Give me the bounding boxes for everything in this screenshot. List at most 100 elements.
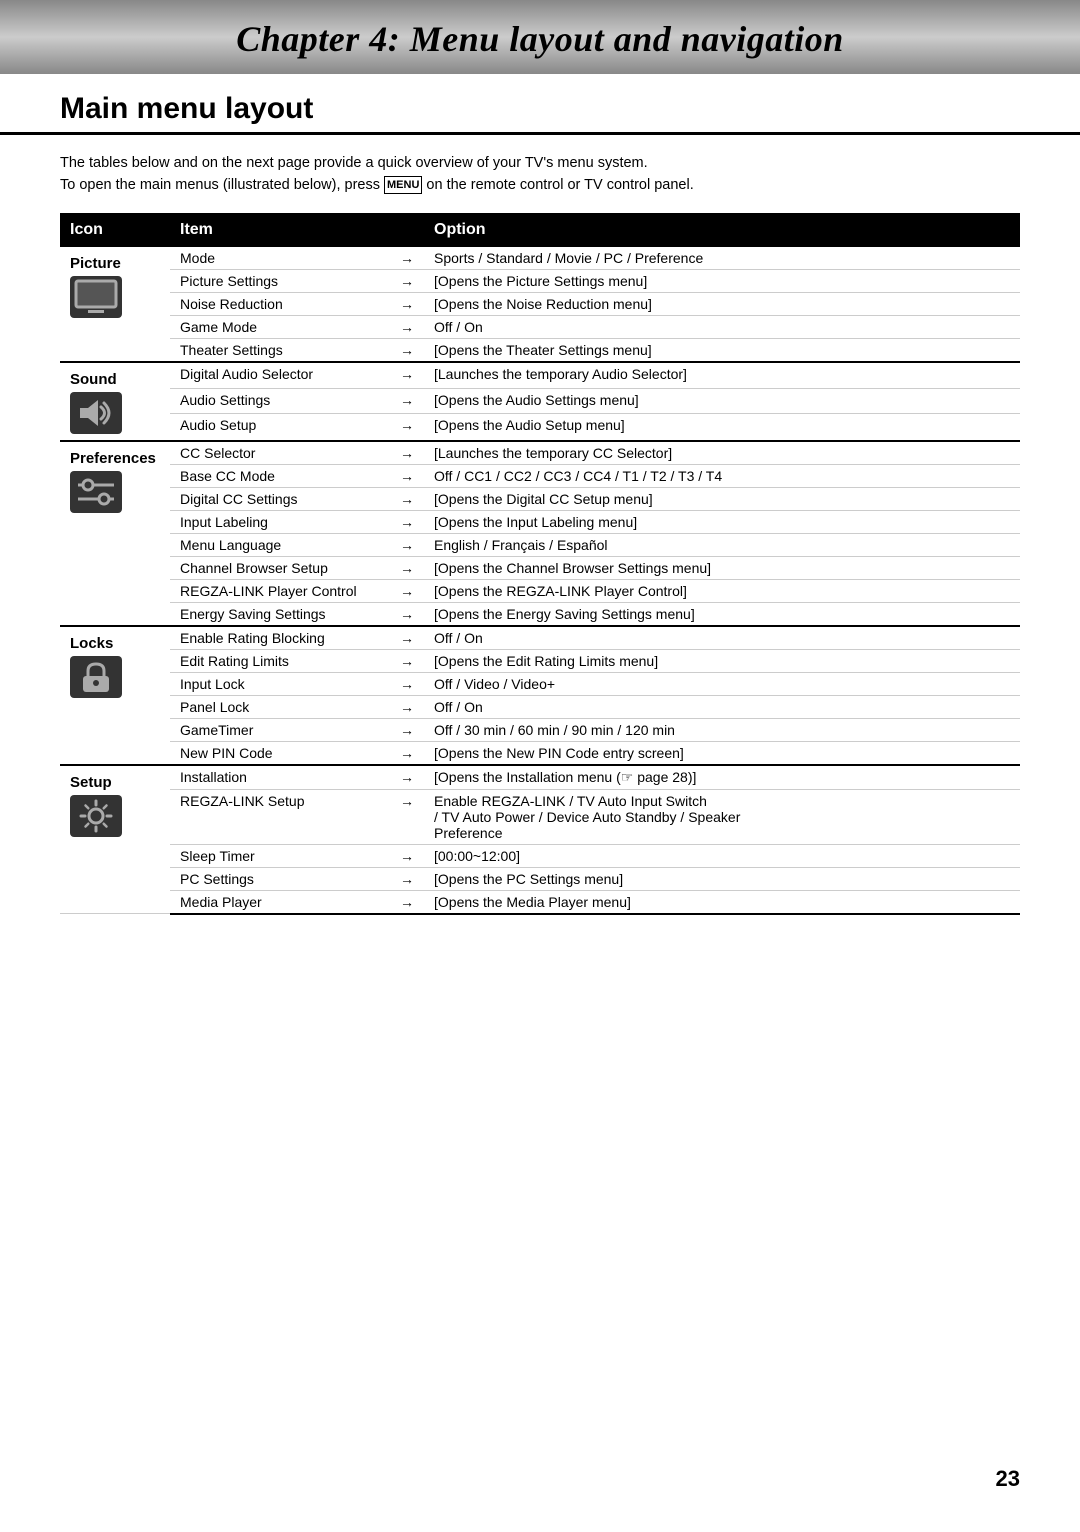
arrow-cell: → (390, 556, 424, 579)
item-cell: Audio Settings (170, 388, 390, 414)
item-cell: Installation (170, 765, 390, 790)
option-cell: [Opens the Media Player menu] (424, 890, 1020, 914)
table-header-row: Icon Item Option (60, 214, 1020, 246)
intro-text: The tables below and on the next page pr… (0, 135, 1080, 213)
option-cell: [Opens the Energy Saving Settings menu] (424, 602, 1020, 626)
item-cell: Picture Settings (170, 269, 390, 292)
icon-cell-preferences: Preferences (60, 441, 170, 626)
chapter-header: Chapter 4: Menu layout and navigation (0, 0, 1080, 74)
item-cell: Enable Rating Blocking (170, 626, 390, 650)
arrow-cell: → (390, 269, 424, 292)
option-cell: [Launches the temporary CC Selector] (424, 441, 1020, 465)
option-cell: [Opens the Audio Setup menu] (424, 414, 1020, 441)
item-cell: Channel Browser Setup (170, 556, 390, 579)
arrow-cell: → (390, 292, 424, 315)
item-cell: CC Selector (170, 441, 390, 465)
item-cell: Game Mode (170, 315, 390, 338)
table-row: Setup Installation→[Opens the Installati… (60, 765, 1020, 790)
arrow-cell: → (390, 362, 424, 389)
table-row: Media Player→[Opens the Media Player men… (60, 890, 1020, 914)
arrow-cell: → (390, 890, 424, 914)
table-row: PC Settings→[Opens the PC Settings menu] (60, 867, 1020, 890)
option-cell: [Opens the PC Settings menu] (424, 867, 1020, 890)
item-cell: Audio Setup (170, 414, 390, 441)
arrow-cell: → (390, 718, 424, 741)
arrow-cell: → (390, 510, 424, 533)
arrow-cell: → (390, 533, 424, 556)
table-row: Picture Mode→Sports / Standard / Movie /… (60, 246, 1020, 270)
icon-setup (70, 795, 160, 840)
arrow-cell: → (390, 741, 424, 765)
option-cell: Enable REGZA-LINK / TV Auto Input Switch… (424, 789, 1020, 844)
item-cell: REGZA-LINK Player Control (170, 579, 390, 602)
option-cell: Sports / Standard / Movie / PC / Prefere… (424, 246, 1020, 270)
option-cell: [Opens the REGZA-LINK Player Control] (424, 579, 1020, 602)
arrow-cell: → (390, 315, 424, 338)
item-cell: Sleep Timer (170, 844, 390, 867)
table-row: Sleep Timer→[00:00~12:00] (60, 844, 1020, 867)
table-row: Edit Rating Limits→[Opens the Edit Ratin… (60, 649, 1020, 672)
arrow-cell: → (390, 338, 424, 362)
icon-cell-picture: Picture (60, 246, 170, 362)
item-cell: Digital Audio Selector (170, 362, 390, 389)
table-row: New PIN Code→[Opens the New PIN Code ent… (60, 741, 1020, 765)
table-row: Channel Browser Setup→[Opens the Channel… (60, 556, 1020, 579)
chapter-title: Chapter 4: Menu layout and navigation (0, 18, 1080, 60)
table-row: REGZA-LINK Setup→Enable REGZA-LINK / TV … (60, 789, 1020, 844)
table-row: Locks Enable Rating Blocking→Off / On (60, 626, 1020, 650)
table-row: Base CC Mode→Off / CC1 / CC2 / CC3 / CC4… (60, 464, 1020, 487)
item-cell: Input Labeling (170, 510, 390, 533)
item-cell: GameTimer (170, 718, 390, 741)
table-row: Menu Language→English / Français / Españ… (60, 533, 1020, 556)
table-row: Picture Settings→[Opens the Picture Sett… (60, 269, 1020, 292)
item-cell: Menu Language (170, 533, 390, 556)
table-row: Audio Settings→[Opens the Audio Settings… (60, 388, 1020, 414)
category-label-preferences: Preferences (70, 450, 160, 467)
option-cell: [Opens the Picture Settings menu] (424, 269, 1020, 292)
item-cell: Panel Lock (170, 695, 390, 718)
item-cell: Noise Reduction (170, 292, 390, 315)
icon-cell-sound: Sound (60, 362, 170, 441)
arrow-cell: → (390, 844, 424, 867)
item-cell: PC Settings (170, 867, 390, 890)
item-cell: New PIN Code (170, 741, 390, 765)
icon-cell-locks: Locks (60, 626, 170, 765)
option-cell: [Opens the Input Labeling menu] (424, 510, 1020, 533)
item-cell: Input Lock (170, 672, 390, 695)
table-row: GameTimer→Off / 30 min / 60 min / 90 min… (60, 718, 1020, 741)
arrow-cell: → (390, 464, 424, 487)
table-row: REGZA-LINK Player Control→[Opens the REG… (60, 579, 1020, 602)
table-row: Energy Saving Settings→[Opens the Energy… (60, 602, 1020, 626)
option-cell: [Launches the temporary Audio Selector] (424, 362, 1020, 389)
intro-line1: The tables below and on the next page pr… (60, 153, 1020, 175)
table-row: Input Labeling→[Opens the Input Labeling… (60, 510, 1020, 533)
option-cell: [Opens the Audio Settings menu] (424, 388, 1020, 414)
icon-picture (70, 276, 160, 321)
option-cell: Off / CC1 / CC2 / CC3 / CC4 / T1 / T2 / … (424, 464, 1020, 487)
col-option: Option (424, 214, 1020, 246)
item-cell: Mode (170, 246, 390, 270)
table-row: Noise Reduction→[Opens the Noise Reducti… (60, 292, 1020, 315)
item-cell: Edit Rating Limits (170, 649, 390, 672)
option-cell: [Opens the Edit Rating Limits menu] (424, 649, 1020, 672)
arrow-cell: → (390, 765, 424, 790)
col-icon: Icon (60, 214, 170, 246)
arrow-cell: → (390, 487, 424, 510)
arrow-cell: → (390, 579, 424, 602)
menu-icon-inline: MENU (384, 176, 422, 195)
table-row: Input Lock→Off / Video / Video+ (60, 672, 1020, 695)
page-number: 23 (996, 1466, 1020, 1492)
table-row: Panel Lock→Off / On (60, 695, 1020, 718)
icon-preferences (70, 471, 160, 516)
option-cell: [Opens the Installation menu (☞ page 28)… (424, 765, 1020, 790)
option-cell: [Opens the Noise Reduction menu] (424, 292, 1020, 315)
category-label-setup: Setup (70, 774, 160, 791)
arrow-cell: → (390, 672, 424, 695)
section-title: Main menu layout (60, 92, 1020, 126)
table-row: Preferences CC Selector→[Launches the te… (60, 441, 1020, 465)
arrow-cell: → (390, 246, 424, 270)
arrow-cell: → (390, 695, 424, 718)
category-label-locks: Locks (70, 635, 160, 652)
table-row: Sound Digital Audio Selector→[Launches t… (60, 362, 1020, 389)
icon-locks (70, 656, 160, 701)
